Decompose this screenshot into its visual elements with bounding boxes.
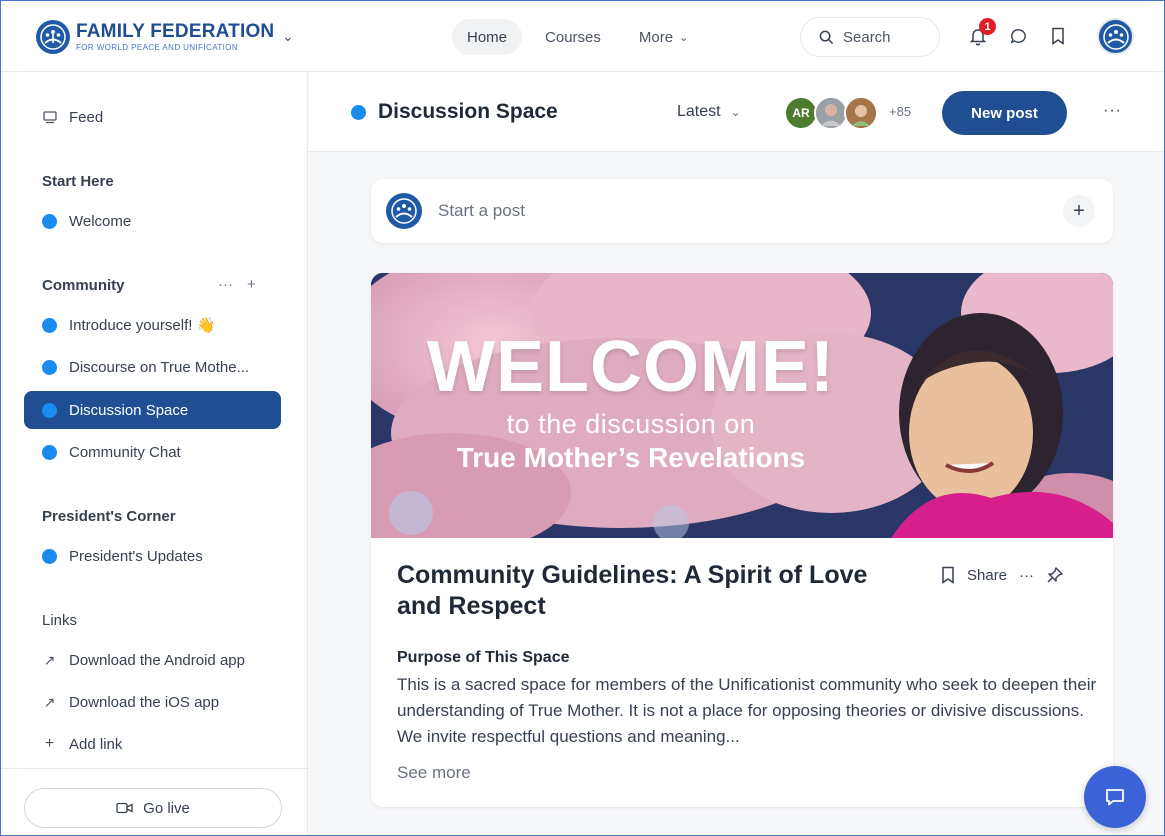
space-dot-icon: [42, 444, 57, 460]
bookmarks-button[interactable]: [1048, 26, 1068, 46]
sidebar-item-introduce-yourself[interactable]: Introduce yourself! 👋: [24, 306, 281, 344]
sidebar-link-ios[interactable]: ↗ Download the iOS app: [24, 683, 281, 721]
plus-icon[interactable]: +: [1063, 195, 1095, 227]
user-avatar: [386, 193, 422, 229]
sidebar-item-label: Discourse on True Mothe...: [69, 358, 250, 376]
composer-placeholder[interactable]: Start a post: [438, 201, 525, 221]
brand-name: FAMILY FEDERATION: [76, 21, 275, 42]
bookmark-icon[interactable]: [941, 566, 955, 584]
nav-courses[interactable]: Courses: [530, 19, 616, 55]
brand[interactable]: FAMILY FEDERATION FOR WORLD PEACE AND UN…: [36, 20, 274, 54]
banner-line-1: to the discussion on: [506, 409, 756, 439]
more-options-icon[interactable]: ···: [1019, 567, 1034, 584]
member-count[interactable]: +85: [889, 104, 911, 119]
chat-widget-button[interactable]: [1084, 766, 1146, 828]
arrow-up-right-icon: ↗: [43, 651, 56, 668]
sidebar-item-label: Download the iOS app: [69, 693, 220, 711]
space-title-text: Discussion Space: [378, 100, 558, 123]
sort-dropdown[interactable]: Latest ⌄: [677, 103, 741, 121]
sidebar-item-welcome[interactable]: Welcome: [24, 202, 281, 240]
sidebar-item-discussion-space[interactable]: Discussion Space: [24, 391, 281, 429]
add-icon[interactable]: +: [247, 276, 256, 293]
nav-more[interactable]: More ⌄: [624, 19, 703, 55]
section-heading-community: Community: [42, 277, 125, 294]
chat-bubble-icon: [1106, 789, 1124, 806]
member-avatar[interactable]: [844, 96, 878, 130]
chevron-down-icon[interactable]: ⌄: [282, 28, 294, 45]
sidebar-item-label: Feed: [69, 108, 104, 126]
more-options-icon[interactable]: ···: [1103, 102, 1122, 120]
sidebar-item-label: Introduce yourself! 👋: [69, 317, 216, 334]
section-heading-links: Links: [42, 612, 78, 629]
post-subheading: Purpose of This Space: [397, 649, 570, 666]
post-composer[interactable]: Start a post +: [371, 179, 1113, 243]
space-dot-icon: [351, 104, 366, 120]
arrow-up-right-icon: ↗: [43, 693, 56, 710]
sidebar-item-presidents-updates[interactable]: President's Updates: [24, 537, 281, 575]
chevron-down-icon: ⌄: [679, 31, 689, 44]
post-title[interactable]: Community Guidelines: A Spirit of Love a…: [397, 560, 917, 622]
go-live-button[interactable]: Go live: [24, 788, 282, 828]
top-nav: Home Courses More ⌄: [452, 19, 703, 55]
more-options-icon[interactable]: ···: [218, 276, 233, 293]
divider: [0, 768, 308, 769]
plus-icon: +: [44, 735, 55, 752]
sidebar-item-label: Community Chat: [69, 443, 181, 461]
sidebar-item-label: Download the Android app: [69, 651, 245, 669]
sidebar-item-label: Welcome: [69, 212, 132, 230]
space-header: Discussion Space Latest ⌄ AR +85 New pos…: [309, 72, 1165, 152]
space-dot-icon: [42, 317, 57, 333]
see-more-link[interactable]: See more: [397, 763, 471, 783]
sidebar-add-link[interactable]: + Add link: [24, 725, 281, 763]
video-camera-icon: [116, 802, 133, 814]
family-federation-logo-icon: [36, 20, 70, 54]
share-button[interactable]: Share: [967, 567, 1007, 584]
post-banner-image: WELCOME! to the discussion on True Mothe…: [371, 273, 1113, 538]
chevron-down-icon: ⌄: [730, 105, 741, 119]
messages-button[interactable]: [1008, 26, 1028, 46]
user-avatar[interactable]: [1097, 18, 1134, 55]
section-heading-presidents-corner: President's Corner: [42, 508, 176, 525]
sort-label: Latest: [677, 103, 721, 120]
space-title: Discussion Space: [351, 100, 558, 124]
member-avatar[interactable]: AR: [784, 96, 818, 130]
sidebar-item-discourse[interactable]: Discourse on True Mothe...: [24, 348, 281, 386]
search-button[interactable]: Search: [800, 17, 940, 57]
sidebar-item-label: Discussion Space: [69, 401, 189, 419]
sidebar-item-feed[interactable]: Feed: [24, 98, 281, 136]
nav-home[interactable]: Home: [452, 19, 523, 55]
notification-badge: 1: [979, 18, 996, 35]
banner-text: WELCOME! to the discussion on True Mothe…: [371, 331, 891, 474]
section-heading-start-here: Start Here: [42, 173, 114, 190]
space-dot-icon: [42, 359, 57, 375]
banner-headline: WELCOME!: [427, 327, 835, 407]
new-post-button[interactable]: New post: [942, 91, 1067, 135]
community-section-actions: ··· +: [218, 276, 256, 293]
bookmark-icon: [1052, 27, 1064, 45]
top-bar: FAMILY FEDERATION FOR WORLD PEACE AND UN…: [0, 0, 1165, 72]
space-dot-icon: [42, 548, 57, 564]
search-icon: [819, 30, 834, 44]
pin-icon[interactable]: [1046, 566, 1064, 584]
member-avatar[interactable]: [814, 96, 848, 130]
sidebar-item-label: President's Updates: [69, 547, 203, 565]
sidebar: Feed Start Here Welcome Community ··· + …: [0, 72, 308, 836]
go-live-label: Go live: [143, 799, 190, 817]
sidebar-link-android[interactable]: ↗ Download the Android app: [24, 641, 281, 679]
monitor-icon: [42, 110, 57, 124]
chat-bubble-icon: [1010, 28, 1026, 44]
post-body: This is a sacred space for members of th…: [397, 675, 1097, 746]
space-dot-icon: [42, 213, 57, 229]
sidebar-item-community-chat[interactable]: Community Chat: [24, 433, 281, 471]
brand-subtitle: FOR WORLD PEACE AND UNIFICATION: [76, 43, 239, 52]
space-dot-icon: [42, 402, 57, 418]
notifications-button[interactable]: 1: [968, 18, 996, 46]
post-card: WELCOME! to the discussion on True Mothe…: [371, 273, 1113, 807]
post-actions: Share ···: [941, 566, 1064, 584]
banner-line-2: True Mother’s Revelations: [456, 442, 806, 473]
search-label: Search: [843, 28, 891, 46]
sidebar-item-label: Add link: [69, 735, 123, 753]
